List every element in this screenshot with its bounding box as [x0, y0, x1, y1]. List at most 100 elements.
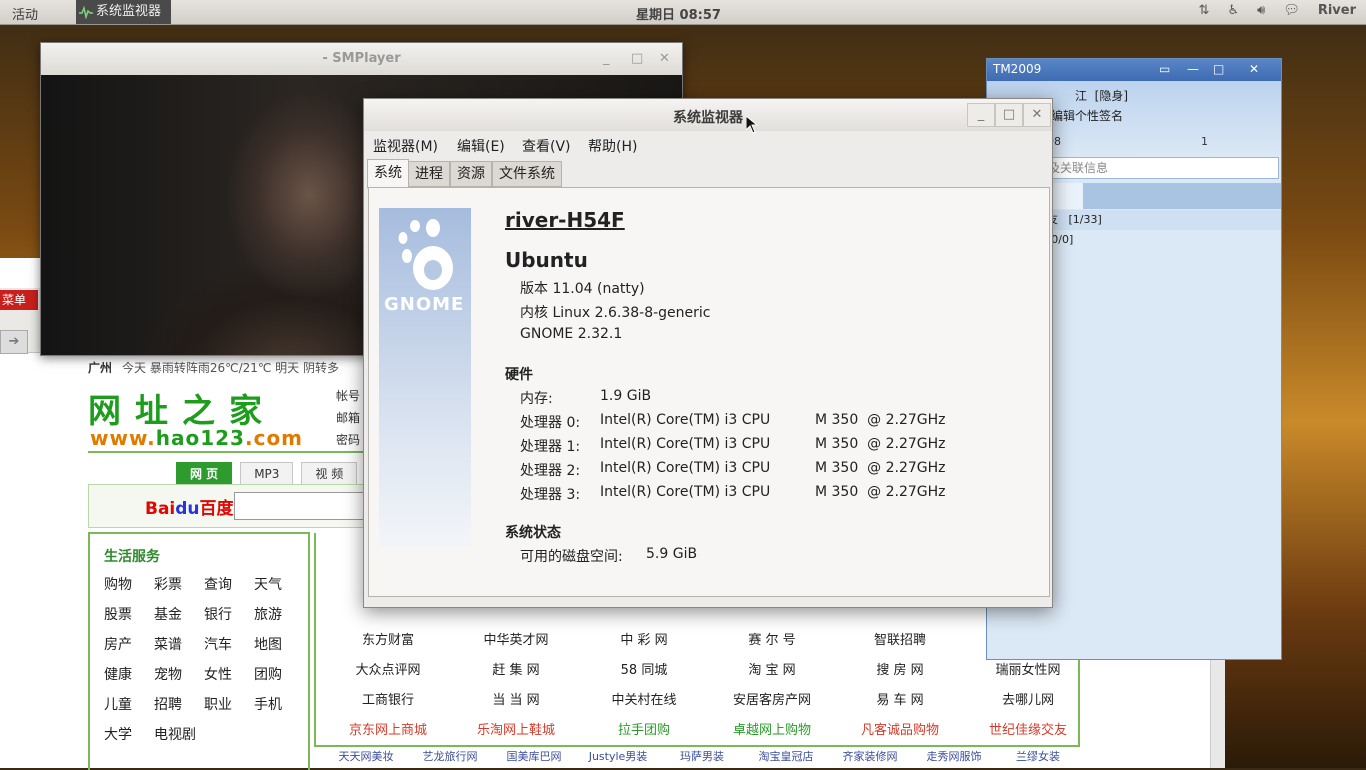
small-link[interactable]: 玛萨男装: [660, 748, 744, 764]
life-service-link[interactable]: 菜谱: [154, 634, 204, 654]
site-link[interactable]: 赛 尔 号: [708, 630, 836, 651]
close-icon[interactable]: ✕: [1249, 62, 1259, 76]
close-icon[interactable]: ✕: [659, 51, 670, 66]
site-link[interactable]: 淘 宝 网: [708, 660, 836, 681]
chat-bubble-icon[interactable]: ▭: [1159, 62, 1170, 76]
menu-edit[interactable]: 编辑(E): [457, 136, 505, 156]
processor-freq: M 350 @ 2.27GHz: [815, 460, 946, 476]
menu-help[interactable]: 帮助(H): [588, 136, 637, 156]
site-link[interactable]: 京东网上商城: [324, 720, 452, 741]
small-link[interactable]: 兰缪女装: [996, 748, 1080, 764]
life-service-link[interactable]: 银行: [204, 604, 254, 624]
small-link[interactable]: 淘宝皇冠店: [744, 748, 828, 764]
qq-search-input[interactable]: 及关联信息: [1047, 157, 1279, 179]
small-link[interactable]: 天天网美妆: [324, 748, 408, 764]
weather-text[interactable]: 今天 暴雨转阵雨26℃/21℃ 明天 阴转多: [122, 361, 339, 375]
network-icon[interactable]: ⇅: [1199, 3, 1210, 18]
maximize-icon[interactable]: □: [1213, 62, 1224, 76]
qq-nickname[interactable]: 江 [隐身]: [1075, 87, 1128, 104]
life-service-link[interactable]: 旅游: [254, 604, 304, 624]
life-service-link[interactable]: 健康: [104, 664, 154, 684]
qq-group-friends[interactable]: 友 [1/33]: [1047, 210, 1281, 230]
resize-grip[interactable]: [364, 595, 1052, 607]
chat-icon[interactable]: 💬︎: [1283, 3, 1300, 18]
site-link[interactable]: 中 彩 网: [580, 630, 708, 651]
life-service-link[interactable]: 彩票: [154, 574, 204, 594]
minimize-icon[interactable]: _: [967, 103, 995, 127]
accessibility-icon[interactable]: ♿: [1227, 3, 1239, 18]
life-service-link[interactable]: 电视剧: [154, 724, 204, 744]
life-service-link[interactable]: 汽车: [204, 634, 254, 654]
site-link[interactable]: 世纪佳缘交友: [964, 720, 1092, 741]
life-service-link[interactable]: 查询: [204, 574, 254, 594]
site-link[interactable]: 58 同城: [580, 660, 708, 681]
small-link[interactable]: 国美库巴网: [492, 748, 576, 764]
life-service-link[interactable]: 女性: [204, 664, 254, 684]
life-services-heading: 生活服务: [104, 549, 160, 565]
life-service-link[interactable]: 招聘: [154, 694, 204, 714]
user-menu[interactable]: River: [1318, 3, 1356, 18]
life-service-link[interactable]: 职业: [204, 694, 254, 714]
sysmon-titlebar[interactable]: 系统监视器 _ □ ✕: [364, 99, 1052, 134]
site-link[interactable]: 卓越网上购物: [708, 720, 836, 741]
site-link[interactable]: 大众点评网: [324, 660, 452, 681]
city[interactable]: 广州: [88, 361, 112, 375]
tab-filesystems[interactable]: 文件系统: [492, 161, 562, 187]
life-service-link[interactable]: 天气: [254, 574, 304, 594]
volume-icon[interactable]: 🔊︎: [1257, 3, 1265, 18]
hao123-url[interactable]: www.hao123.com: [90, 426, 303, 450]
menu-view[interactable]: 查看(V): [522, 136, 571, 156]
life-service-link[interactable]: 房产: [104, 634, 154, 654]
tab-mp3[interactable]: MP3: [240, 462, 294, 486]
life-service-link[interactable]: 购物: [104, 574, 154, 594]
minimize-icon[interactable]: —: [1187, 62, 1199, 76]
site-link[interactable]: 去哪儿网: [964, 690, 1092, 711]
hao123-logo[interactable]: 网址之家: [88, 384, 276, 432]
menu-monitor[interactable]: 监视器(M): [373, 136, 438, 156]
app-menu-label: 系统监视器: [96, 4, 162, 19]
site-link[interactable]: 搜 房 网: [836, 660, 964, 681]
qq-signature[interactable]: 编辑个性签名: [1051, 107, 1123, 124]
tab-resources[interactable]: 资源: [450, 161, 492, 187]
site-link[interactable]: 赶 集 网: [452, 660, 580, 681]
life-service-link[interactable]: 大学: [104, 724, 154, 744]
site-link[interactable]: 拉手团购: [580, 720, 708, 741]
life-service-link[interactable]: 团购: [254, 664, 304, 684]
site-link[interactable]: 凡客诚品购物: [836, 720, 964, 741]
site-link[interactable]: 安居客房产网: [708, 690, 836, 711]
tab-web[interactable]: 网 页: [176, 462, 233, 486]
close-icon[interactable]: ✕: [1023, 103, 1051, 127]
life-service-link[interactable]: 基金: [154, 604, 204, 624]
life-service-link[interactable]: 股票: [104, 604, 154, 624]
tab-video[interactable]: 视 频: [301, 462, 358, 486]
life-service-link[interactable]: 儿童: [104, 694, 154, 714]
small-link[interactable]: 艺龙旅行网: [408, 748, 492, 764]
site-link[interactable]: 易 车 网: [836, 690, 964, 711]
activities-button[interactable]: 活动: [12, 4, 38, 23]
site-link[interactable]: 中华英才网: [452, 630, 580, 651]
site-link[interactable]: 乐淘网上鞋城: [452, 720, 580, 741]
tab-system[interactable]: 系统: [367, 159, 409, 189]
life-service-link[interactable]: 宠物: [154, 664, 204, 684]
small-link[interactable]: Justyle男装: [576, 748, 660, 764]
maximize-icon[interactable]: □: [631, 51, 643, 66]
site-link[interactable]: 瑞丽女性网: [964, 660, 1092, 681]
small-link[interactable]: 走秀网服饰: [912, 748, 996, 764]
menu-button[interactable]: 菜单: [0, 290, 38, 310]
hostname[interactable]: river-H54F: [505, 208, 625, 232]
life-service-link[interactable]: 地图: [254, 634, 304, 654]
clock[interactable]: 星期日 08:57: [636, 4, 721, 23]
site-link[interactable]: 智联招聘: [836, 630, 964, 651]
life-service-link[interactable]: 手机: [254, 694, 304, 714]
forward-arrow-icon[interactable]: ➔: [0, 330, 28, 354]
site-link[interactable]: 当 当 网: [452, 690, 580, 711]
minimize-icon[interactable]: _: [603, 51, 610, 66]
maximize-icon[interactable]: □: [995, 103, 1023, 127]
baidu-logo[interactable]: Baidu百度: [145, 494, 234, 519]
site-link[interactable]: 东方财富: [324, 630, 452, 651]
app-menu[interactable]: 系统监视器: [76, 0, 172, 24]
small-link[interactable]: 齐家装修网: [828, 748, 912, 764]
tab-processes[interactable]: 进程: [408, 161, 450, 187]
site-link[interactable]: 工商银行: [324, 690, 452, 711]
site-link[interactable]: 中关村在线: [580, 690, 708, 711]
